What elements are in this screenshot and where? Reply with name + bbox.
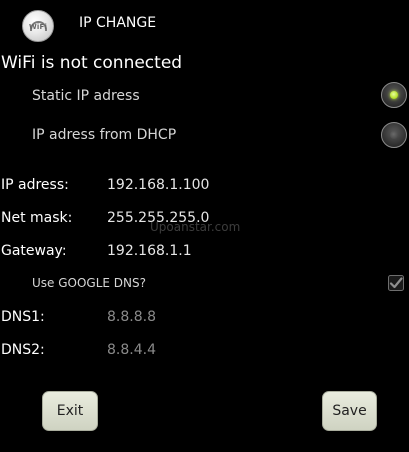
- watermark: Upoanstar.com: [150, 220, 241, 234]
- dhcp-radio[interactable]: [381, 122, 407, 148]
- dns1-label: DNS1:: [1, 309, 45, 325]
- dns2-label: DNS2:: [1, 342, 45, 358]
- connection-status: WiFi is not connected: [1, 53, 183, 73]
- save-button[interactable]: Save: [322, 391, 377, 431]
- radio-unselected-indicator-icon: [390, 131, 398, 139]
- radio-selected-indicator-icon: [390, 91, 398, 99]
- gateway-label: Gateway:: [1, 243, 67, 259]
- gateway-field[interactable]: 192.168.1.1: [107, 243, 192, 259]
- wifi-logo-icon: WiFi: [22, 10, 54, 42]
- app-title: IP CHANGE: [79, 15, 157, 31]
- ip-address-label: IP adress:: [1, 177, 69, 193]
- exit-button[interactable]: Exit: [42, 391, 98, 431]
- dns2-field[interactable]: 8.8.4.4: [107, 342, 156, 358]
- google-dns-checkbox[interactable]: [388, 275, 404, 291]
- ip-address-field[interactable]: 192.168.1.100: [107, 177, 209, 193]
- static-ip-label[interactable]: Static IP adress: [32, 88, 140, 104]
- dns1-field[interactable]: 8.8.8.8: [107, 309, 156, 325]
- dhcp-label[interactable]: IP adress from DHCP: [32, 127, 176, 143]
- title-bar: WiFi IP CHANGE: [0, 0, 409, 46]
- static-ip-radio[interactable]: [381, 82, 407, 108]
- checkmark-icon: [388, 275, 404, 291]
- net-mask-label: Net mask:: [1, 210, 73, 226]
- app-icon-text: WiFi: [29, 23, 48, 31]
- google-dns-label[interactable]: Use GOOGLE DNS?: [32, 276, 146, 290]
